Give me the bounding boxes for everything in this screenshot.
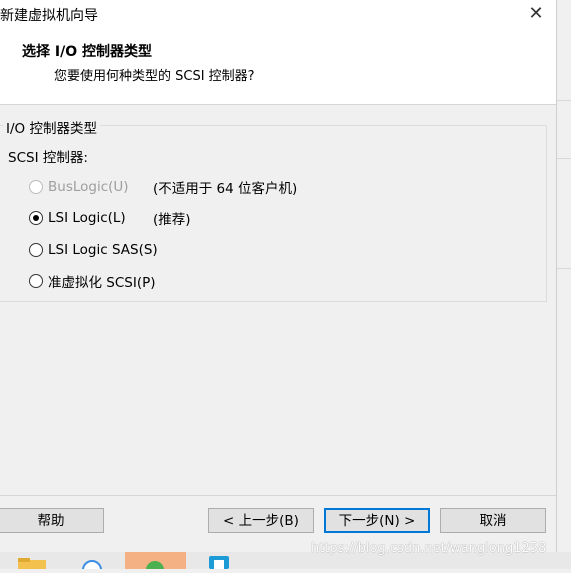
option-label[interactable]: 准虚拟化 SCSI(P) [48, 271, 156, 291]
app-icon[interactable] [204, 552, 234, 569]
radio-selected-icon[interactable] [29, 211, 43, 225]
option-note: (不适用于 64 位客户机) [153, 181, 298, 197]
group-legend: I/O 控制器类型 [3, 117, 100, 137]
radio-circle-icon [29, 180, 43, 194]
active-app-icon[interactable] [125, 552, 186, 573]
window-title: 新建虚拟机向导 [0, 8, 98, 24]
scsi-controller-label: SCSI 控制器: [8, 150, 88, 166]
next-button[interactable]: 下一步(N) > [324, 508, 430, 533]
radio-paravirtual-scsi[interactable]: 准虚拟化 SCSI(P) [29, 271, 156, 291]
page-subtitle: 您要使用何种类型的 SCSI 控制器? [54, 69, 255, 84]
footer-divider [0, 495, 556, 496]
option-label[interactable]: LSI Logic SAS(S) [48, 242, 158, 258]
watermark-text: https://blog.csdn.net/wanglong1258 [311, 541, 547, 556]
radio-lsi-logic[interactable]: LSI Logic(L) [29, 208, 126, 228]
radio-lsi-logic-sas[interactable]: LSI Logic SAS(S) [29, 240, 158, 260]
radio-buslogic: BusLogic(U) [29, 177, 129, 197]
page-title: 选择 I/O 控制器类型 [22, 44, 152, 60]
radio-circle-icon[interactable] [29, 274, 43, 288]
radio-circle-icon[interactable] [29, 243, 43, 257]
title-bar: 新建虚拟机向导 ✕ [0, 0, 556, 30]
browser-icon[interactable] [78, 552, 108, 573]
option-label: BusLogic(U) [48, 179, 129, 195]
new-vm-wizard-dialog: 新建虚拟机向导 ✕ 选择 I/O 控制器类型 您要使用何种类型的 SCSI 控制… [0, 0, 557, 552]
folder-icon[interactable] [18, 552, 48, 569]
help-button[interactable]: 帮助 [0, 508, 104, 533]
back-button[interactable]: < 上一步(B) [208, 508, 314, 533]
option-note: (推荐) [153, 212, 191, 228]
wizard-header: 选择 I/O 控制器类型 您要使用何种类型的 SCSI 控制器? [0, 30, 556, 105]
background-window-edge [556, 0, 571, 569]
option-label[interactable]: LSI Logic(L) [48, 210, 126, 226]
close-icon[interactable]: ✕ [526, 3, 546, 25]
cancel-button[interactable]: 取消 [440, 508, 546, 533]
